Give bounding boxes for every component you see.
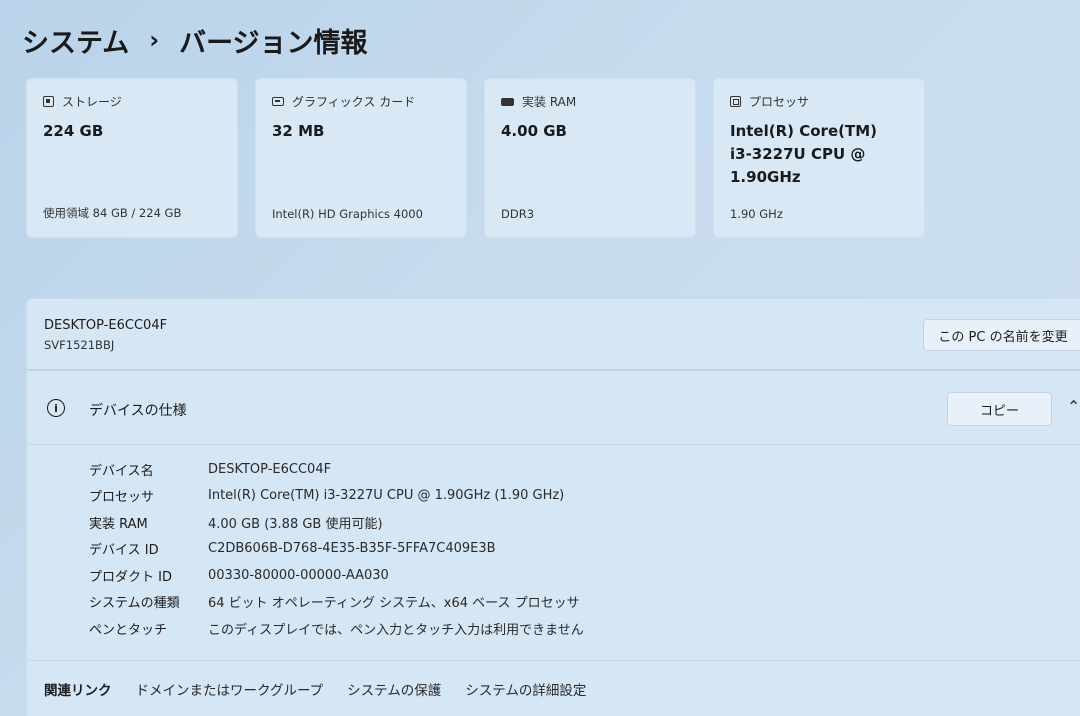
spec-label: デバイス名 [89, 463, 154, 479]
spec-value: このディスプレイでは、ペン入力とタッチ入力は利用できません [208, 622, 584, 638]
card-value: 224 GB [43, 122, 104, 140]
card-title: プロセッサ [749, 95, 810, 109]
spec-value: DESKTOP-E6CC04F [208, 461, 332, 477]
card-title: グラフィックス カード [292, 95, 416, 109]
pc-model: SVF1521BBJ [44, 338, 115, 352]
pc-name: DESKTOP-E6CC04F [44, 318, 168, 333]
device-specs-table: デバイス名 DESKTOP-E6CC04F プロセッサ Intel(R) Cor… [27, 445, 1080, 660]
spec-row: ペンとタッチ このディスプレイでは、ペン入力とタッチ入力は利用できません [89, 615, 1080, 642]
card-title: ストレージ [62, 95, 122, 109]
card-sub: 1.90 GHz [730, 207, 783, 221]
spec-value: 00330-80000-00000-AA030 [208, 567, 389, 583]
card-value: 4.00 GB [501, 122, 567, 140]
chevron-up-icon[interactable]: ⌃ [1067, 397, 1080, 416]
page-title: バージョン情報 [179, 27, 368, 59]
graphics-card: グラフィックス カード 32 MB Intel(R) HD Graphics 4… [255, 78, 467, 238]
spec-label: プロセッサ [89, 490, 155, 506]
spec-row: プロセッサ Intel(R) Core(TM) i3-3227U CPU @ 1… [89, 483, 1080, 510]
spec-row: システムの種類 64 ビット オペレーティング システム、x64 ベース プロセ… [89, 589, 1080, 616]
spec-label: デバイス ID [89, 543, 159, 559]
spec-row: プロダクト ID 00330-80000-00000-AA030 [89, 562, 1080, 589]
device-specs-title: デバイスの仕様 [89, 403, 187, 419]
spec-row: デバイス ID C2DB606B-D768-4E35-B35F-5FFA7C40… [89, 536, 1080, 563]
pc-name-row: DESKTOP-E6CC04F SVF1521BBJ この PC の名前を変更 [27, 299, 1080, 371]
spec-row: デバイス名 DESKTOP-E6CC04F [89, 456, 1080, 483]
card-sub: DDR3 [501, 207, 535, 221]
spec-value: C2DB606B-D768-4E35-B35F-5FFA7C409E3B [208, 541, 496, 557]
spec-value: 4.00 GB (3.88 GB 使用可能) [208, 516, 383, 532]
system-protection-link[interactable]: システムの保護 [347, 679, 441, 699]
card-sub: 使用領域 84 GB / 224 GB [43, 206, 182, 220]
info-icon: i [47, 399, 65, 417]
storage-card: ストレージ 224 GB 使用領域 84 GB / 224 GB [26, 78, 238, 238]
spec-label: プロダクト ID [89, 569, 172, 585]
gpu-icon [272, 97, 284, 106]
card-value: Intel(R) Core(TM) i3-3227U CPU @ 1.90GHz [730, 122, 877, 186]
spec-label: システムの種類 [89, 596, 180, 612]
related-links-label: 関連リンク [44, 683, 112, 699]
related-links: 関連リンク ドメインまたはワークグループ システムの保護 システムの詳細設定 [27, 659, 1080, 716]
spec-label: ペンとタッチ [89, 622, 168, 638]
breadcrumb-separator-icon: › [149, 26, 160, 54]
settings-page: システム › バージョン情報 ストレージ 224 GB 使用領域 84 GB /… [0, 0, 1080, 716]
copy-button[interactable]: コピー [947, 392, 1052, 426]
breadcrumb: システム › バージョン情報 [22, 20, 368, 60]
ram-icon [501, 97, 514, 106]
spec-value: Intel(R) Core(TM) i3-3227U CPU @ 1.90GHz… [208, 488, 565, 504]
processor-card: プロセッサ Intel(R) Core(TM) i3-3227U CPU @ 1… [713, 78, 925, 238]
storage-icon [43, 96, 54, 107]
domain-workgroup-link[interactable]: ドメインまたはワークグループ [136, 679, 324, 699]
spec-row: 実装 RAM 4.00 GB (3.88 GB 使用可能) [89, 509, 1080, 536]
spec-cards: ストレージ 224 GB 使用領域 84 GB / 224 GB グラフィックス… [26, 78, 925, 238]
breadcrumb-system[interactable]: システム [22, 21, 129, 60]
card-title: 実装 RAM [522, 95, 577, 109]
advanced-system-settings-link[interactable]: システムの詳細設定 [465, 679, 586, 699]
spec-value: 64 ビット オペレーティング システム、x64 ベース プロセッサ [208, 596, 580, 612]
cpu-icon [730, 96, 741, 107]
card-value: 32 MB [272, 122, 325, 140]
ram-card: 実装 RAM 4.00 GB DDR3 [484, 78, 696, 238]
card-sub: Intel(R) HD Graphics 4000 [272, 207, 423, 221]
device-panel: DESKTOP-E6CC04F SVF1521BBJ この PC の名前を変更 … [26, 298, 1080, 716]
spec-label: 実装 RAM [89, 516, 148, 532]
device-specs-header[interactable]: i デバイスの仕様 コピー ⌃ [27, 371, 1080, 445]
rename-pc-button[interactable]: この PC の名前を変更 [923, 319, 1080, 351]
